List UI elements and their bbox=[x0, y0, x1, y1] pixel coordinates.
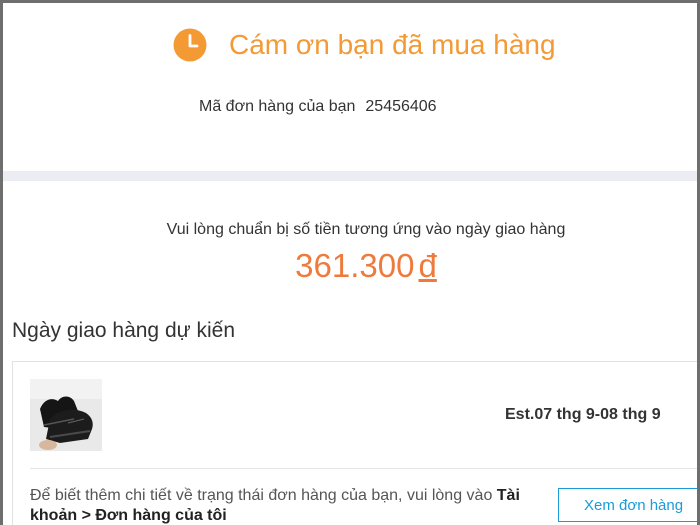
order-number-row: Mã đơn hàng của bạn 25456406 bbox=[199, 98, 437, 116]
payment-amount: 361.300 đ bbox=[3, 247, 697, 285]
card-divider bbox=[30, 468, 697, 469]
order-status-info-text: Để biết thêm chi tiết về trạng thái đơn … bbox=[30, 487, 497, 504]
page-title: Cám ơn bạn đã mua hàng bbox=[229, 29, 556, 60]
product-image[interactable] bbox=[30, 379, 102, 451]
order-number-label: Mã đơn hàng của bạn bbox=[199, 98, 356, 115]
order-confirmation-page: Cám ơn bạn đã mua hàng Mã đơn hàng của b… bbox=[0, 0, 700, 525]
section-divider bbox=[3, 171, 697, 181]
estimated-delivery-date: Est.07 thg 9-08 thg 9 bbox=[505, 406, 661, 423]
payment-instruction: Vui lòng chuẩn bị số tiền tương ứng vào … bbox=[166, 221, 566, 238]
black-sneakers-photo bbox=[30, 379, 102, 451]
delivery-card: Est.07 thg 9-08 thg 9 Để biết thêm chi t… bbox=[12, 361, 697, 525]
delivery-heading: Ngày giao hàng dự kiến bbox=[12, 319, 236, 342]
amount-value: 361.300 bbox=[295, 247, 415, 284]
thank-you-header: Cám ơn bạn đã mua hàng bbox=[173, 25, 556, 65]
clock-icon bbox=[173, 28, 207, 62]
order-number: 25456406 bbox=[365, 98, 437, 115]
currency-symbol: đ bbox=[418, 247, 437, 284]
view-order-button[interactable]: Xem đơn hàng bbox=[558, 488, 697, 522]
thank-you-section: Cám ơn bạn đã mua hàng Mã đơn hàng của b… bbox=[3, 3, 697, 171]
order-status-info: Để biết thêm chi tiết về trạng thái đơn … bbox=[30, 486, 550, 525]
